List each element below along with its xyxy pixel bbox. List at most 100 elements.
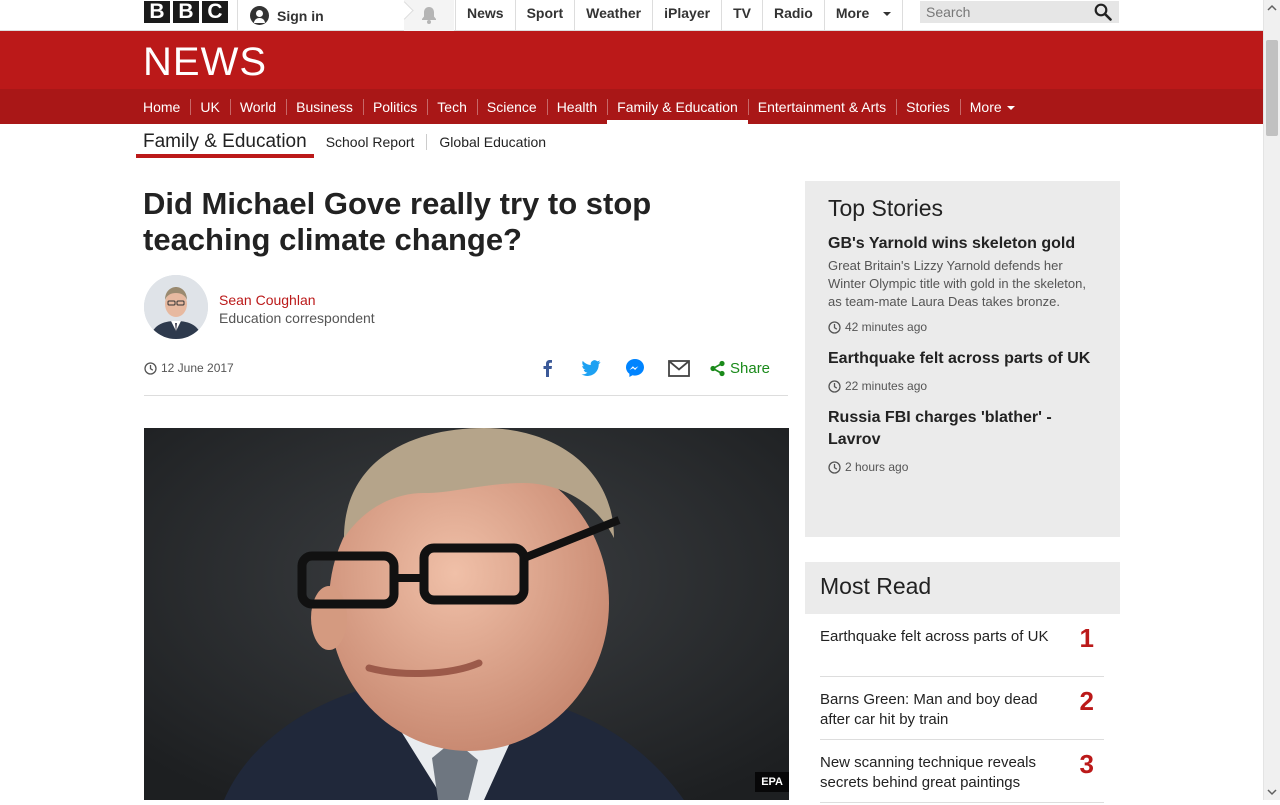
section-link-school-report[interactable]: School Report bbox=[314, 134, 427, 150]
top-story-summary: Great Britain's Lizzy Yarnold defends he… bbox=[828, 258, 1086, 309]
author-role: Education correspondent bbox=[219, 310, 375, 326]
top-story-headline[interactable]: Earthquake felt across parts of UK bbox=[828, 348, 1097, 370]
nav-item-more[interactable]: More bbox=[959, 89, 1025, 124]
most-read-headline[interactable]: New scanning technique reveals secrets b… bbox=[820, 753, 1055, 793]
scroll-down-button[interactable] bbox=[1264, 783, 1280, 800]
section-nav: Family & Education School Report Global … bbox=[136, 124, 558, 160]
most-read-header: Most Read bbox=[805, 562, 1120, 614]
news-logo[interactable]: NEWS bbox=[143, 40, 267, 85]
messenger-icon bbox=[626, 359, 644, 377]
top-story-time: 2 hours ago bbox=[828, 460, 1097, 474]
hero-photo bbox=[144, 428, 789, 800]
section-link-global-education[interactable]: Global Education bbox=[426, 134, 558, 150]
most-read-item[interactable]: Barns Green: Man and boy dead after car … bbox=[820, 677, 1104, 740]
news-banner: NEWS bbox=[0, 31, 1263, 89]
most-read-headline[interactable]: Barns Green: Man and boy dead after car … bbox=[820, 690, 1055, 730]
image-credit: EPA bbox=[755, 772, 789, 792]
share-button[interactable]: Share bbox=[709, 360, 770, 377]
most-read-title: Most Read bbox=[820, 573, 932, 599]
top-story-time: 42 minutes ago bbox=[828, 320, 1097, 334]
global-bar: B B C Sign in News Sport Weather iPlayer… bbox=[0, 0, 1263, 31]
arrow-down-icon bbox=[1267, 789, 1277, 796]
clock-icon bbox=[828, 460, 841, 474]
clock-icon bbox=[144, 361, 157, 375]
share-facebook-button[interactable] bbox=[535, 356, 559, 380]
facebook-icon bbox=[543, 360, 552, 377]
share-label: Share bbox=[730, 359, 771, 377]
nav-item-uk[interactable]: UK bbox=[190, 89, 229, 124]
most-read-headline[interactable]: Earthquake felt across parts of UK bbox=[820, 627, 1055, 647]
nav-item-world[interactable]: World bbox=[229, 89, 286, 124]
search-input[interactable] bbox=[920, 1, 1090, 23]
arrow-up-icon bbox=[1267, 4, 1277, 11]
search-box bbox=[920, 1, 1119, 23]
twitter-icon bbox=[581, 360, 601, 376]
nav-item-business[interactable]: Business bbox=[286, 89, 363, 124]
bbc-logo-letter: B bbox=[173, 1, 199, 23]
scroll-up-button[interactable] bbox=[1264, 0, 1280, 17]
most-read-rank: 2 bbox=[1079, 686, 1094, 716]
top-stories-panel: Top Stories GB's Yarnold wins skeleton g… bbox=[805, 181, 1120, 537]
global-nav-iplayer[interactable]: iPlayer bbox=[652, 0, 721, 31]
nav-item-stories[interactable]: Stories bbox=[896, 89, 960, 124]
nav-item-more-label: More bbox=[969, 99, 1002, 115]
search-icon[interactable] bbox=[1094, 3, 1112, 21]
clock-icon bbox=[828, 320, 841, 334]
global-nav-radio[interactable]: Radio bbox=[761, 0, 824, 31]
top-stories-title: Top Stories bbox=[828, 195, 944, 221]
user-icon bbox=[250, 6, 269, 25]
top-story-item[interactable]: Russia FBI charges 'blather' - Lavrov 2 … bbox=[828, 407, 1097, 474]
global-nav-more[interactable]: More bbox=[823, 0, 904, 31]
top-story-time-text: 42 minutes ago bbox=[845, 320, 928, 334]
email-icon bbox=[668, 359, 690, 377]
global-nav-news[interactable]: News bbox=[455, 0, 515, 31]
bbc-logo-letter: B bbox=[144, 1, 170, 23]
top-story-headline[interactable]: GB's Yarnold wins skeleton gold bbox=[828, 233, 1097, 255]
share-tools: Share bbox=[535, 356, 770, 380]
most-read-rank: 3 bbox=[1079, 749, 1094, 779]
share-icon bbox=[710, 360, 725, 376]
top-story-time-text: 2 hours ago bbox=[845, 460, 909, 474]
clock-icon bbox=[828, 379, 841, 393]
nav-item-family-education[interactable]: Family & Education bbox=[607, 89, 748, 124]
vertical-scrollbar[interactable] bbox=[1263, 0, 1280, 800]
bbc-logo[interactable]: B B C bbox=[144, 1, 228, 23]
top-story-headline[interactable]: Russia FBI charges 'blather' - Lavrov bbox=[828, 407, 1068, 451]
nav-item-politics[interactable]: Politics bbox=[362, 89, 427, 124]
most-read-list: Earthquake felt across parts of UK 1 Bar… bbox=[820, 614, 1104, 803]
sign-in-link[interactable]: Sign in bbox=[250, 0, 324, 31]
nav-item-science[interactable]: Science bbox=[476, 89, 547, 124]
top-story-item[interactable]: Earthquake felt across parts of UK 22 mi… bbox=[828, 348, 1097, 393]
global-nav: News Sport Weather iPlayer TV Radio More bbox=[455, 0, 904, 31]
most-read-item[interactable]: Earthquake felt across parts of UK 1 bbox=[820, 614, 1104, 677]
author-avatar bbox=[144, 275, 208, 339]
share-twitter-button[interactable] bbox=[579, 356, 603, 380]
article-headline: Did Michael Gove really try to stop teac… bbox=[143, 186, 652, 257]
global-nav-more-label: More bbox=[835, 5, 870, 21]
news-nav: Home UK World Business Politics Tech Sci… bbox=[0, 89, 1263, 124]
article-date-text: 12 June 2017 bbox=[161, 361, 234, 375]
author-name[interactable]: Sean Coughlan bbox=[219, 292, 316, 308]
global-nav-sport[interactable]: Sport bbox=[514, 0, 575, 31]
divider bbox=[237, 0, 238, 31]
global-nav-tv[interactable]: TV bbox=[721, 0, 762, 31]
notifications-button[interactable] bbox=[404, 0, 454, 31]
author-photo-image bbox=[144, 275, 208, 339]
article-hero-image: EPA bbox=[144, 428, 789, 800]
caret-down-icon bbox=[883, 12, 892, 17]
nav-item-entertainment-arts[interactable]: Entertainment & Arts bbox=[747, 89, 896, 124]
divider bbox=[144, 395, 788, 396]
bbc-logo-letter: C bbox=[202, 1, 228, 23]
share-messenger-button[interactable] bbox=[623, 356, 647, 380]
share-email-button[interactable] bbox=[667, 356, 691, 380]
nav-item-health[interactable]: Health bbox=[546, 89, 607, 124]
global-nav-weather[interactable]: Weather bbox=[574, 0, 652, 31]
scroll-thumb[interactable] bbox=[1266, 40, 1278, 136]
top-story-time: 22 minutes ago bbox=[828, 379, 1097, 393]
article-date: 12 June 2017 bbox=[144, 361, 234, 375]
nav-item-tech[interactable]: Tech bbox=[427, 89, 477, 124]
section-title[interactable]: Family & Education bbox=[136, 124, 314, 158]
most-read-item[interactable]: New scanning technique reveals secrets b… bbox=[820, 740, 1104, 803]
nav-item-home[interactable]: Home bbox=[133, 89, 190, 124]
top-story-item[interactable]: GB's Yarnold wins skeleton gold Great Br… bbox=[828, 233, 1097, 334]
